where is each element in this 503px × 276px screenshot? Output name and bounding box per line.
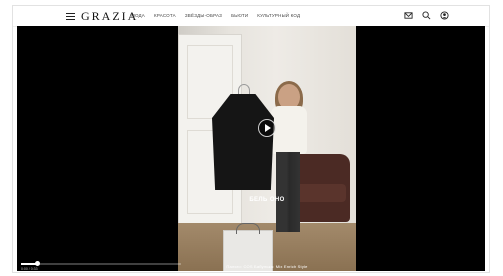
person-shirt (271, 106, 307, 154)
nav-item[interactable]: Культурный код (257, 13, 300, 18)
progress-bar[interactable] (21, 261, 181, 266)
browser-page: GRAZIA мода красота звёзды-образ Бьюти К… (12, 5, 490, 273)
video-subtitle: Пальто: COS Бабулька: Mix Enrich Style (226, 264, 308, 269)
person-legs (276, 152, 300, 232)
video-player[interactable]: БЕЛЬ ОНО Пальто: COS Бабулька: Mix Enric… (17, 26, 485, 271)
account-icon[interactable] (440, 11, 449, 20)
nav-item[interactable]: звёзды-образ (185, 13, 222, 18)
time-display: 0:00 / 0:33 (21, 267, 38, 271)
nav-item[interactable]: Бьюти (231, 13, 248, 18)
video-caption: БЕЛЬ ОНО (249, 197, 285, 203)
nav-item[interactable]: мода (131, 13, 145, 18)
menu-icon[interactable] (66, 13, 75, 20)
play-icon[interactable] (258, 119, 276, 137)
video-frame[interactable]: БЕЛЬ ОНО Пальто: COS Бабулька: Mix Enric… (178, 26, 356, 271)
main-nav: мода красота звёзды-образ Бьюти Культурн… (131, 13, 300, 18)
site-header: GRAZIA мода красота звёзды-образ Бьюти К… (13, 6, 489, 27)
progress-handle[interactable] (35, 261, 40, 266)
site-logo[interactable]: GRAZIA (81, 9, 138, 24)
search-icon[interactable] (422, 11, 431, 20)
nav-item[interactable]: красота (154, 13, 176, 18)
black-coat (212, 94, 274, 190)
header-icons (404, 11, 449, 20)
mail-icon[interactable] (404, 11, 413, 20)
